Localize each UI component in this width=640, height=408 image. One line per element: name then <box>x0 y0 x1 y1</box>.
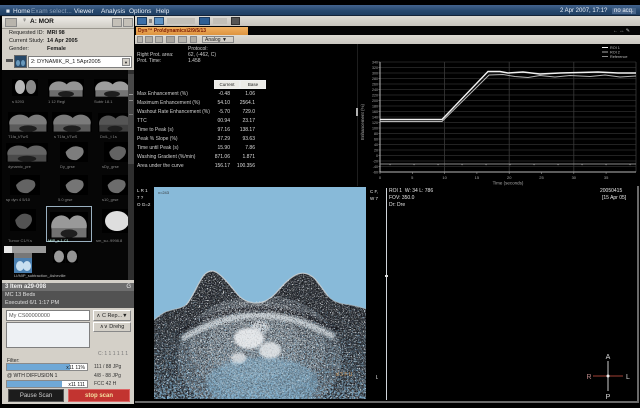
svg-text:120: 120 <box>372 121 378 125</box>
svg-text:60: 60 <box>374 138 378 142</box>
svg-text:P: P <box>606 394 611 401</box>
svg-text:20: 20 <box>507 175 512 180</box>
svg-text:80: 80 <box>374 132 378 136</box>
svg-text:160: 160 <box>372 110 378 114</box>
svg-text:40: 40 <box>374 143 378 147</box>
svg-text:L: L <box>626 374 630 381</box>
svg-text:30: 30 <box>572 175 577 180</box>
svg-text:Reference: Reference <box>610 55 628 59</box>
svg-text:-20: -20 <box>373 160 378 164</box>
svg-text:100: 100 <box>372 127 378 131</box>
svg-text:15: 15 <box>475 175 480 180</box>
svg-text:5: 5 <box>411 175 414 180</box>
svg-text:x=243: x=243 <box>158 190 170 195</box>
svg-text:20: 20 <box>374 149 378 153</box>
svg-text:35: 35 <box>604 175 609 180</box>
svg-text:25: 25 <box>539 175 544 180</box>
svg-text:10: 10 <box>442 175 447 180</box>
svg-text:320: 320 <box>372 66 378 70</box>
svg-text:Time (seconds): Time (seconds) <box>493 181 524 186</box>
svg-text:ROI 1: ROI 1 <box>610 46 620 50</box>
svg-text:220: 220 <box>372 94 378 98</box>
svg-text:240: 240 <box>372 88 378 92</box>
svg-text:140: 140 <box>372 116 378 120</box>
svg-text:R: R <box>586 374 591 381</box>
svg-text:200: 200 <box>372 99 378 103</box>
svg-text:ROI 2: ROI 2 <box>610 51 620 55</box>
svg-text:-60: -60 <box>373 171 378 175</box>
svg-text:180: 180 <box>372 105 378 109</box>
svg-text:280: 280 <box>372 77 378 81</box>
svg-text:-40: -40 <box>373 165 378 169</box>
svg-text:Enhancement (%): Enhancement (%) <box>360 103 365 140</box>
svg-text:260: 260 <box>372 83 378 87</box>
svg-text:300: 300 <box>372 72 378 76</box>
svg-text:0: 0 <box>376 154 378 158</box>
svg-text:340: 340 <box>372 61 378 65</box>
svg-text:A: A <box>606 354 611 361</box>
svg-text:0: 0 <box>379 175 382 180</box>
